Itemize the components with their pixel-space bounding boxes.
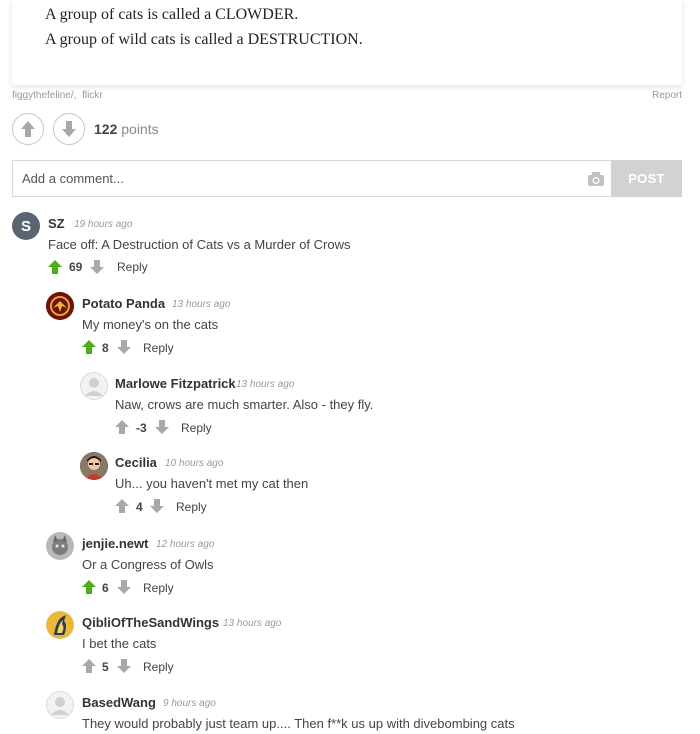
avatar[interactable] [46, 532, 74, 560]
default-user-icon [46, 691, 74, 719]
report-link[interactable]: Report [652, 90, 682, 101]
source-separator: , [73, 90, 77, 101]
downvote-arrow-icon[interactable] [117, 659, 131, 673]
default-user-icon [80, 372, 108, 400]
comment-username[interactable]: SZ [48, 216, 65, 231]
reply-button[interactable]: Reply [117, 260, 148, 274]
downvote-arrow-icon[interactable] [117, 340, 131, 354]
comment-username[interactable]: jenjie.newt [82, 536, 148, 551]
upvote-arrow-icon[interactable] [82, 580, 96, 594]
comment-text: Face off: A Destruction of Cats vs a Mur… [48, 237, 351, 252]
comment-timestamp: 19 hours ago [74, 219, 133, 230]
comment-timestamp: 13 hours ago [172, 299, 231, 310]
source-attribution: figgythefeline/, flickr [12, 90, 103, 101]
avatar[interactable] [46, 292, 74, 320]
avatar[interactable] [80, 372, 108, 400]
post-card: A group of cats is called a CLOWDER. A g… [12, 0, 682, 85]
comment-score: 6 [102, 581, 109, 595]
comment-text: Or a Congress of Owls [82, 557, 214, 572]
downvote-arrow-icon[interactable] [90, 260, 104, 274]
comment-score: 5 [102, 660, 109, 674]
upvote-arrow-icon[interactable] [115, 420, 129, 434]
avatar[interactable] [46, 611, 74, 639]
comment-username[interactable]: QibliOfTheSandWings [82, 615, 219, 630]
points-value: 122 [94, 121, 118, 137]
reply-button[interactable]: Reply [181, 421, 212, 435]
source-site-link[interactable]: flickr [82, 90, 103, 101]
post-comment-button[interactable]: POST [611, 160, 682, 197]
comment-timestamp: 10 hours ago [165, 458, 224, 469]
downvote-arrow-icon[interactable] [155, 420, 169, 434]
upvote-arrow-icon[interactable] [48, 260, 62, 274]
source-user-link[interactable]: figgythefeline/ [12, 90, 74, 101]
reply-button[interactable]: Reply [143, 660, 174, 674]
comment-username[interactable]: BasedWang [82, 695, 156, 710]
upvote-arrow-icon[interactable] [82, 659, 96, 673]
avatar[interactable] [80, 452, 108, 480]
comment-text: They would probably just team up.... The… [82, 716, 515, 731]
mockingjay-avatar-icon [46, 292, 74, 320]
comment-score: 4 [136, 500, 143, 514]
comment-text: Naw, crows are much smarter. Also - they… [115, 397, 374, 412]
reply-button[interactable]: Reply [143, 341, 174, 355]
comment-score: 69 [69, 260, 83, 274]
user-photo-icon [80, 452, 108, 480]
post-downvote-button[interactable] [53, 113, 85, 145]
downvote-arrow-icon[interactable] [150, 499, 164, 513]
downvote-arrow-icon[interactable] [117, 580, 131, 594]
comment-timestamp: 12 hours ago [156, 539, 215, 550]
post-line-2: A group of wild cats is called a DESTRUC… [45, 31, 363, 48]
comment-score: -3 [136, 421, 147, 435]
post-upvote-button[interactable] [12, 113, 44, 145]
post-line-1: A group of cats is called a CLOWDER. [45, 6, 299, 23]
reply-button[interactable]: Reply [143, 581, 174, 595]
upvote-arrow-icon [21, 121, 35, 137]
avatar[interactable]: S [12, 212, 40, 240]
comment-text: I bet the cats [82, 636, 157, 651]
comment-text: Uh... you haven't met my cat then [115, 476, 309, 491]
upvote-arrow-icon[interactable] [115, 499, 129, 513]
comment-text: My money's on the cats [82, 317, 219, 332]
comment-username[interactable]: Cecilia [115, 455, 157, 470]
post-points: 122 points [94, 121, 159, 137]
comment-username[interactable]: Marlowe Fitzpatrick [115, 376, 236, 391]
dragon-avatar-icon [46, 611, 74, 639]
comment-username[interactable]: Potato Panda [82, 296, 165, 311]
downvote-arrow-icon [62, 121, 76, 137]
comment-input[interactable] [13, 161, 573, 196]
avatar[interactable] [46, 691, 74, 719]
comment-timestamp: 13 hours ago [223, 618, 282, 629]
comment-timestamp: 9 hours ago [163, 698, 216, 709]
reply-button[interactable]: Reply [176, 500, 207, 514]
points-label: points [121, 121, 159, 137]
comment-timestamp: 13 hours ago [236, 379, 295, 390]
comment-score: 8 [102, 341, 109, 355]
upvote-arrow-icon[interactable] [82, 340, 96, 354]
cat-photo-icon [46, 532, 74, 560]
comment-form [12, 160, 612, 197]
camera-icon[interactable] [587, 171, 605, 187]
